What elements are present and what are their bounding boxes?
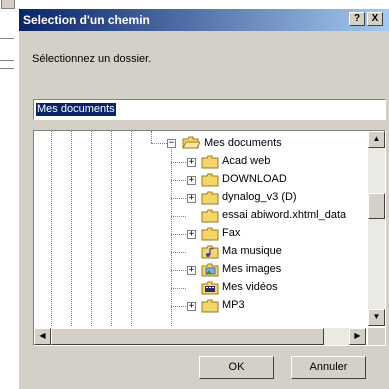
video-folder-icon <box>201 281 219 295</box>
background-divider <box>0 60 14 61</box>
tree-guide-line <box>171 162 186 163</box>
scroll-left-button[interactable]: ◀ <box>34 328 51 345</box>
tree-guide-line <box>171 234 186 235</box>
folder-icon <box>201 191 219 205</box>
expand-toggle[interactable]: + <box>187 266 196 275</box>
expand-toggle[interactable]: + <box>187 176 196 185</box>
tree-node[interactable]: + Acad web <box>34 153 366 171</box>
expand-toggle[interactable]: + <box>187 302 196 311</box>
horizontal-scroll-thumb[interactable] <box>51 328 324 345</box>
tree-guide-line <box>171 180 186 181</box>
folder-tree[interactable]: − Mes documents + Acad web + DOWNLOAD + dynal… <box>33 130 386 346</box>
dialog-title: Selection d'un chemin <box>23 13 150 27</box>
scroll-up-button[interactable]: ▲ <box>368 131 385 148</box>
help-button[interactable]: ? <box>349 12 365 26</box>
ok-button[interactable]: OK <box>199 356 274 379</box>
folder-tree-view[interactable]: − Mes documents + Acad web + DOWNLOAD + dynal… <box>34 131 366 326</box>
tree-node-label: Ma musique <box>222 245 282 257</box>
background-window-fragment <box>0 0 20 80</box>
expand-toggle[interactable]: + <box>187 230 196 239</box>
tree-node[interactable]: + Fax <box>34 225 366 243</box>
tree-node[interactable]: Mes vidéos <box>34 279 366 297</box>
title-bar[interactable]: Selection d'un chemin ? X <box>19 9 389 31</box>
tree-node-label: Mes vidéos <box>222 281 278 293</box>
scroll-right-button[interactable]: ▶ <box>349 328 366 345</box>
expand-toggle[interactable]: + <box>187 194 196 203</box>
tree-node-label: MP3 <box>222 299 245 311</box>
background-control <box>1 0 15 9</box>
folder-icon <box>201 227 219 241</box>
tree-node-label: essai abiword.xhtml_data <box>222 209 347 221</box>
tree-guide-line <box>171 306 186 307</box>
tree-node[interactable]: + MP3 <box>34 297 366 315</box>
background-divider <box>0 68 14 69</box>
tree-node-label: Acad web <box>222 155 271 167</box>
collapse-toggle[interactable]: − <box>167 139 176 148</box>
vertical-scrollbar[interactable]: ▲ ▼ <box>368 131 385 326</box>
cancel-button[interactable]: Annuler <box>291 356 366 379</box>
tree-guide-line <box>171 270 186 271</box>
tree-node[interactable]: essai abiword.xhtml_data <box>34 207 366 225</box>
tree-node-label: Fax <box>222 227 241 239</box>
close-button[interactable]: X <box>367 12 383 26</box>
folder-path-input[interactable]: Mes documents <box>33 99 386 120</box>
folder-icon <box>201 209 219 223</box>
expand-toggle[interactable]: + <box>187 158 196 167</box>
horizontal-scrollbar[interactable]: ◀ ▶ <box>34 328 366 345</box>
folder-icon <box>201 173 219 187</box>
tree-node-label: Mes images <box>222 263 282 275</box>
tree-node-label: DOWNLOAD <box>222 173 287 185</box>
instruction-text: Sélectionnez un dossier. <box>32 53 152 65</box>
folder-icon <box>201 155 219 169</box>
tree-guide-line <box>171 288 186 289</box>
folder-selection-dialog: Selection d'un chemin ? X Sélectionnez u… <box>18 8 389 389</box>
tree-node[interactable]: Ma musique <box>34 243 366 261</box>
folder-path-value: Mes documents <box>36 103 116 116</box>
tree-guide-line <box>171 252 186 253</box>
music-folder-icon <box>201 245 219 259</box>
tree-node[interactable]: + DOWNLOAD <box>34 171 366 189</box>
tree-guide-line <box>171 198 186 199</box>
scrollbar-corner <box>368 328 385 345</box>
tree-guide-line <box>171 216 186 217</box>
tree-node[interactable]: + Mes images <box>34 261 366 279</box>
open-folder-icon <box>182 136 200 149</box>
scroll-down-button[interactable]: ▼ <box>368 309 385 326</box>
tree-node-mes-documents[interactable]: − Mes documents <box>34 135 366 153</box>
tree-node-label: dynalog_v3 (D) <box>222 191 297 203</box>
background-divider <box>0 38 14 39</box>
tree-node-label: Mes documents <box>204 137 282 149</box>
pictures-folder-icon <box>201 263 219 277</box>
vertical-scroll-thumb[interactable] <box>368 193 385 219</box>
tree-node[interactable]: + dynalog_v3 (D) <box>34 189 366 207</box>
folder-icon <box>201 299 219 313</box>
